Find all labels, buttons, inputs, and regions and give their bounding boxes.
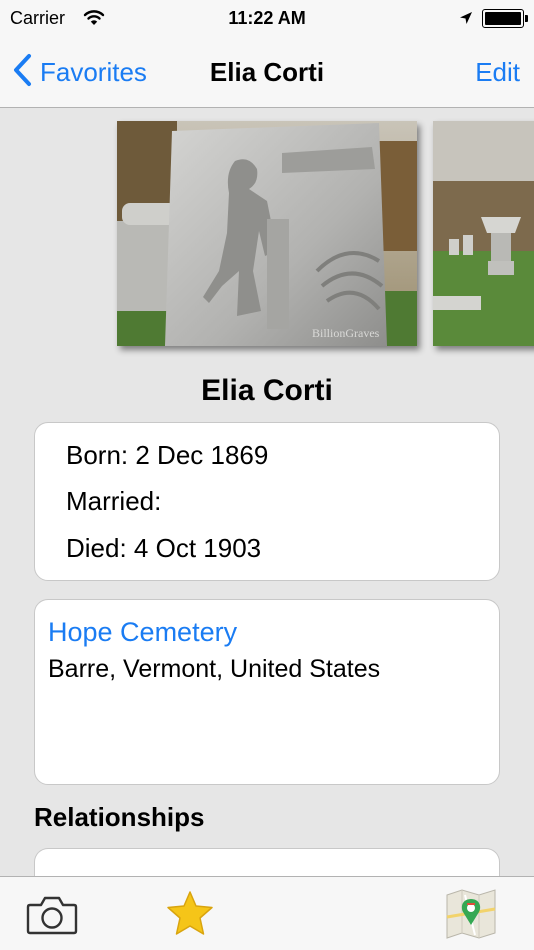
svg-text:BillionGraves: BillionGraves bbox=[312, 326, 380, 340]
cemetery-card: Hope Cemetery Barre, Vermont, United Sta… bbox=[34, 599, 500, 785]
battery-icon bbox=[482, 9, 528, 28]
navigation-bar: Favorites Elia Corti Edit bbox=[0, 38, 534, 108]
status-time: 11:22 AM bbox=[228, 8, 306, 28]
born-date: Born: 2 Dec 1869 bbox=[66, 440, 269, 470]
headstone-photo[interactable]: BillionGraves bbox=[117, 121, 417, 346]
photo-carousel[interactable]: BillionGraves bbox=[0, 108, 534, 360]
vital-dates-card: Born: 2 Dec 1869 Married: Died: 4 Oct 19… bbox=[34, 422, 500, 581]
edit-button[interactable]: Edit bbox=[475, 57, 520, 88]
cemetery-photo[interactable] bbox=[433, 121, 534, 346]
page-title: Elia Corti bbox=[209, 57, 325, 87]
star-icon[interactable] bbox=[166, 890, 214, 941]
location-arrow-icon bbox=[459, 11, 473, 30]
relationships-heading: Relationships bbox=[34, 802, 205, 832]
tab-bar bbox=[0, 876, 534, 950]
cemetery-link[interactable]: Hope Cemetery bbox=[48, 617, 237, 648]
status-bar: Carrier 11:22 AM bbox=[0, 0, 534, 38]
camera-icon[interactable] bbox=[26, 893, 78, 940]
married-date: Married: bbox=[66, 486, 162, 516]
map-icon[interactable] bbox=[445, 887, 497, 944]
died-date: Died: 4 Oct 1903 bbox=[66, 533, 262, 563]
person-name: Elia Corti bbox=[201, 374, 333, 407]
cemetery-location: Barre, Vermont, United States bbox=[48, 655, 381, 683]
